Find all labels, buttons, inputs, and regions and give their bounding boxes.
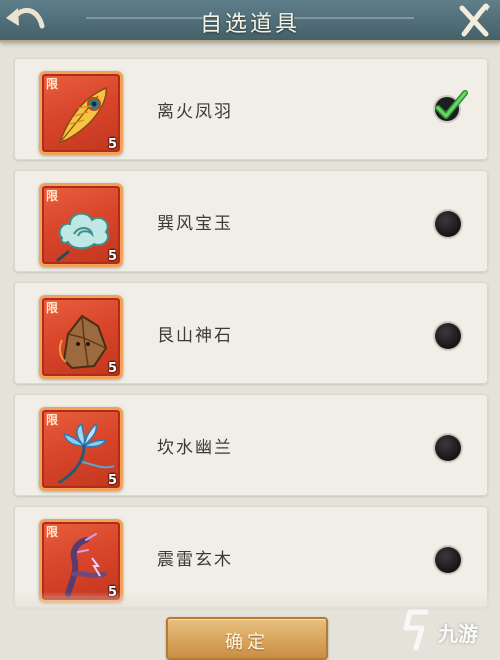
item-name: 离火凤羽 <box>157 102 233 122</box>
close-icon <box>459 3 490 37</box>
list-item[interactable]: 限 5 坎水幽兰 <box>14 394 488 496</box>
back-button[interactable] <box>4 2 48 38</box>
item-frame: 限 5 <box>39 71 123 155</box>
jiuyou-logo-icon <box>403 609 429 651</box>
watermark: 九游 <box>400 608 496 652</box>
close-button[interactable] <box>454 2 494 38</box>
item-frame: 限 5 <box>39 295 123 379</box>
item-name: 坎水幽兰 <box>157 438 233 458</box>
unselected-radio[interactable] <box>435 547 461 573</box>
item-count: 5 <box>107 361 117 376</box>
item-name: 艮山神石 <box>157 326 233 346</box>
unselected-radio[interactable] <box>435 211 461 237</box>
confirm-button[interactable]: 确定 <box>166 617 328 660</box>
selected-checkmark-icon[interactable] <box>429 87 469 127</box>
page-title: 自选道具 <box>199 12 300 37</box>
watermark-text: 九游 <box>438 622 478 646</box>
title-bar: 自选道具 <box>0 0 500 42</box>
list-item[interactable]: 限 5 巽风宝玉 <box>14 170 488 272</box>
back-arrow-icon <box>6 8 45 29</box>
item-name: 震雷玄木 <box>157 550 233 570</box>
item-frame: 限 5 <box>39 519 123 603</box>
list-item[interactable]: 限 5 离火凤羽 <box>14 58 488 160</box>
item-frame: 限 5 <box>39 407 123 491</box>
item-count: 5 <box>107 473 117 488</box>
item-name: 巽风宝玉 <box>157 214 233 234</box>
item-count: 5 <box>107 137 117 152</box>
item-count: 5 <box>107 249 117 264</box>
unselected-radio[interactable] <box>435 435 461 461</box>
list-item[interactable]: 限 5 艮山神石 <box>14 282 488 384</box>
confirm-button-label: 确定 <box>225 632 269 653</box>
unselected-radio[interactable] <box>435 323 461 349</box>
item-frame: 限 5 <box>39 183 123 267</box>
